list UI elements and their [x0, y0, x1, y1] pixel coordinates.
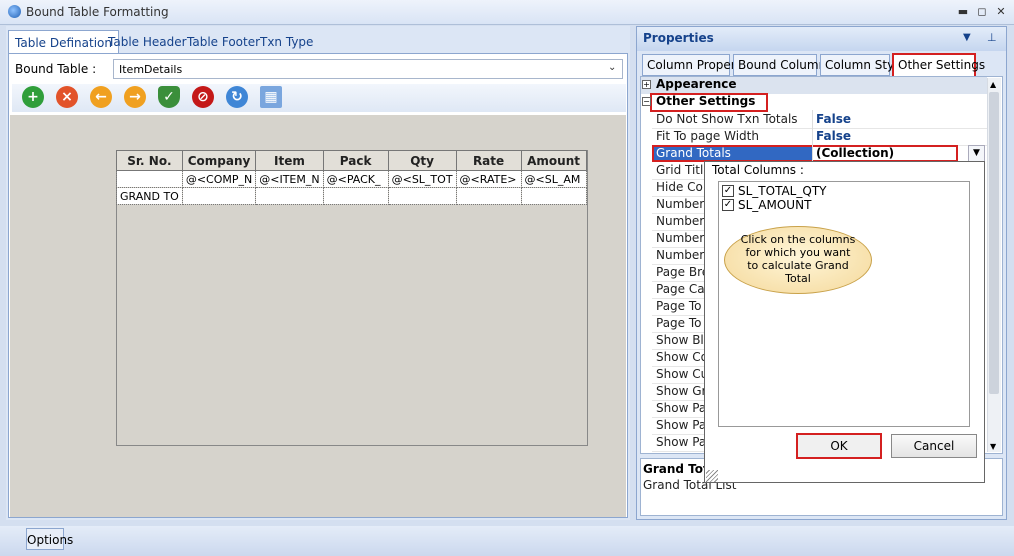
scroll-up-icon[interactable]: ▲: [990, 80, 996, 89]
category-appearence[interactable]: Appearence: [641, 77, 987, 94]
property-name[interactable]: Page To: [656, 299, 706, 316]
column-header[interactable]: Item: [255, 150, 324, 171]
property-name[interactable]: Show Co: [656, 350, 706, 367]
table-cell[interactable]: [520, 187, 587, 205]
tab-table-header[interactable]: Table Header: [102, 30, 193, 52]
table-cell[interactable]: @<COMP_N: [181, 170, 257, 188]
highlight-box: [650, 93, 768, 112]
window-title: Bound Table Formatting: [26, 5, 169, 19]
bound-table-grid: Sr. No. Company Item Pack Qty Rate Amoun…: [116, 150, 587, 205]
column-header[interactable]: Amount: [520, 150, 587, 171]
properties-title: Properties: [643, 31, 714, 45]
property-name[interactable]: Page Bre: [656, 265, 706, 282]
table-header-row: Sr. No. Company Item Pack Qty Rate Amoun…: [116, 150, 587, 171]
resize-grip-icon[interactable]: [706, 470, 718, 482]
collapse-icon[interactable]: −: [642, 97, 651, 106]
list-item[interactable]: SL_AMOUNT: [738, 198, 811, 212]
table-row: @<COMP_N @<ITEM_N @<PACK_ @<SL_TOT @<RAT…: [116, 170, 587, 188]
bound-table-label: Bound Table :: [15, 62, 97, 76]
delete-icon[interactable]: ×: [56, 86, 78, 108]
column-header[interactable]: Qty: [387, 150, 457, 171]
scrollbar-thumb[interactable]: [989, 92, 999, 394]
status-bar: [0, 526, 1014, 556]
table-cell[interactable]: [255, 187, 324, 205]
property-name[interactable]: Number: [656, 231, 706, 248]
tab-column-style[interactable]: Column Style: [820, 54, 905, 76]
table-cell[interactable]: @<SL_TOT: [387, 170, 457, 188]
table-cell[interactable]: [387, 187, 457, 205]
checkbox[interactable]: ✓: [722, 199, 734, 211]
divider: [652, 451, 704, 452]
property-name[interactable]: Hide Col: [656, 180, 706, 197]
list-item[interactable]: SL_TOTAL_QTY: [738, 184, 826, 198]
table-cell[interactable]: GRAND TO: [116, 187, 183, 205]
property-name[interactable]: Grid Title: [656, 163, 706, 180]
arrow-right-icon[interactable]: →: [124, 86, 146, 108]
expand-icon[interactable]: +: [642, 80, 651, 89]
column-header[interactable]: Company: [181, 150, 257, 171]
property-name[interactable]: Show Gr: [656, 384, 706, 401]
property-name[interactable]: Show Bl: [656, 333, 706, 350]
divider: [812, 110, 813, 166]
scroll-down-icon[interactable]: ▼: [990, 442, 996, 451]
column-header[interactable]: Rate: [455, 150, 522, 171]
table-cell[interactable]: @<SL_AM: [520, 170, 587, 188]
property-value[interactable]: False: [816, 129, 986, 146]
options-button[interactable]: Options: [26, 528, 73, 550]
dropdown-title: Total Columns :: [712, 163, 804, 177]
block-icon[interactable]: ⊘: [192, 86, 214, 108]
property-name[interactable]: Fit To page Width: [656, 129, 811, 146]
property-name[interactable]: Show Pa: [656, 418, 706, 435]
chevron-down-icon[interactable]: ▼: [968, 145, 985, 162]
maximize-icon[interactable]: ◻: [975, 5, 989, 19]
property-name[interactable]: Number: [656, 197, 706, 214]
property-name[interactable]: Number: [656, 214, 706, 231]
table-cell[interactable]: @<RATE>: [455, 170, 522, 188]
highlight-box: [652, 145, 958, 162]
property-name[interactable]: Do Not Show Txn Totals: [656, 112, 811, 129]
add-icon[interactable]: +: [22, 86, 44, 108]
minimize-icon[interactable]: ▬: [956, 5, 970, 19]
table-cell[interactable]: @<ITEM_N: [255, 170, 324, 188]
refresh-icon[interactable]: ↻: [226, 86, 248, 108]
table-row: GRAND TO: [116, 187, 587, 205]
property-name[interactable]: Show Pa: [656, 435, 706, 452]
table-cell[interactable]: [116, 170, 183, 188]
pin-icon[interactable]: ⊥: [987, 31, 997, 44]
property-name[interactable]: Show Cu: [656, 367, 706, 384]
property-name[interactable]: Number: [656, 248, 706, 265]
property-name[interactable]: Show Pa: [656, 401, 706, 418]
dropdown-arrow-icon[interactable]: ▼: [963, 32, 971, 43]
tab-column-property[interactable]: Column Property: [642, 54, 748, 76]
ok-button[interactable]: OK: [796, 433, 882, 459]
chevron-down-icon[interactable]: ⌄: [608, 62, 616, 73]
column-header[interactable]: Pack: [322, 150, 389, 171]
checkbox[interactable]: ✓: [722, 185, 734, 197]
callout-tooltip: Click on the columns for which you want …: [724, 226, 872, 294]
table-cell[interactable]: @<PACK_: [322, 170, 389, 188]
total-columns-list: [718, 181, 970, 427]
table-cell[interactable]: [322, 187, 389, 205]
tab-bound-columns[interactable]: Bound Columns: [733, 54, 832, 76]
app-icon: [8, 5, 21, 18]
layout-icon[interactable]: ▦: [260, 86, 282, 108]
property-name[interactable]: Page Ca: [656, 282, 706, 299]
close-icon[interactable]: ✕: [994, 5, 1008, 19]
table-cell[interactable]: [181, 187, 257, 205]
property-name[interactable]: Page To: [656, 316, 706, 333]
table-cell[interactable]: [455, 187, 522, 205]
property-value[interactable]: False: [816, 112, 986, 129]
column-header[interactable]: Sr. No.: [116, 150, 183, 171]
shield-icon[interactable]: ✓: [158, 86, 180, 108]
bound-table-select[interactable]: ItemDetails: [113, 59, 623, 79]
cancel-button[interactable]: Cancel: [891, 434, 977, 458]
arrow-left-icon[interactable]: ←: [90, 86, 112, 108]
tab-txn-type[interactable]: Txn Type: [254, 30, 319, 52]
